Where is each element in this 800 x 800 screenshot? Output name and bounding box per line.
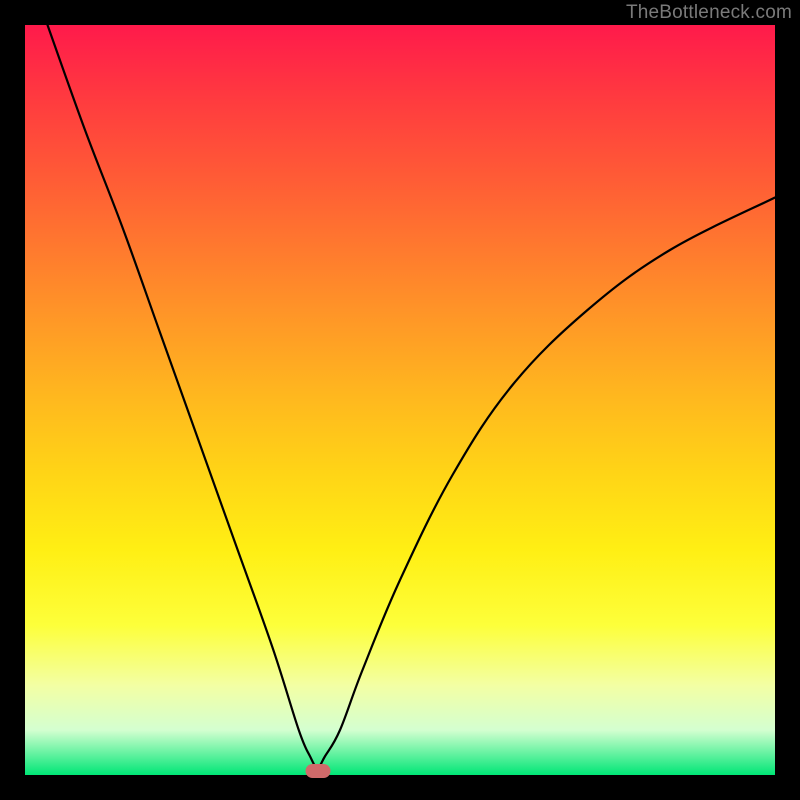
bottleneck-curve [48,25,776,768]
plot-area [25,25,775,775]
curve-svg [25,25,775,775]
chart-frame: TheBottleneck.com [0,0,800,800]
watermark-text: TheBottleneck.com [626,2,792,24]
optimal-marker [305,764,330,778]
